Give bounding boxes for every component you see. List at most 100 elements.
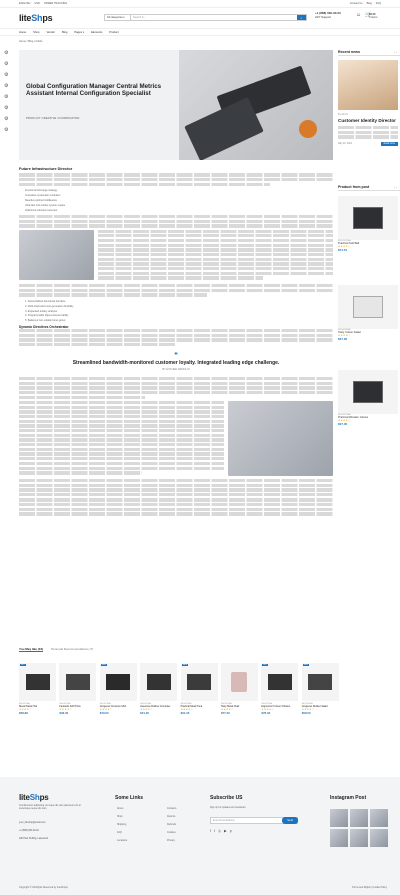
sidebar-product[interactable]: INDUSTRIAL Practical Wooden Gloves ★★★★☆… xyxy=(338,370,398,426)
post-card: By Admin Customer Identity Director May … xyxy=(338,113,398,146)
category-select[interactable]: All categories ▾ xyxy=(105,15,131,20)
sidebar-product[interactable]: INDUSTRIAL Practical Soft Ball ★★★★☆ $74… xyxy=(338,196,398,252)
product-card[interactable]: HOT INDUSTRIAL Sleek Plastic Hat ★★★★☆ $58.8… xyxy=(19,663,56,737)
gear-icon[interactable]: ⚙ xyxy=(4,94,8,100)
product-card[interactable]: NEW INDUSTRIAL Gorgeous Concrete Shirt ★★★★… xyxy=(99,663,137,737)
tab-recommendations[interactable]: Personal Recommendations (7) xyxy=(51,647,93,652)
gear-icon[interactable]: ⚙ xyxy=(4,72,8,78)
product-price: $79.00 xyxy=(99,711,109,715)
products-widget: Product from post ‹ › xyxy=(338,185,400,191)
read-more-button[interactable]: Read more xyxy=(380,141,398,146)
nav-pages[interactable]: Pages ▾ xyxy=(74,30,84,34)
currency-select[interactable]: USD xyxy=(34,2,39,5)
nav-elements[interactable]: Elements xyxy=(91,31,102,34)
footer-link[interactable]: Privacy xyxy=(167,837,176,845)
instagram-photo[interactable] xyxy=(370,809,388,827)
cart-summary[interactable]: $0.00 0 items xyxy=(369,13,377,20)
carousel-arrows-icon[interactable]: ‹ › xyxy=(394,50,397,54)
nav-vendor[interactable]: Vendor xyxy=(46,31,55,34)
product-image: NEW xyxy=(99,663,137,701)
instagram-photo[interactable] xyxy=(330,809,348,827)
footer-email[interactable]: your_lifeshop@email.com xyxy=(19,819,48,827)
gear-icon[interactable]: ⚙ xyxy=(4,61,8,67)
footer-phone[interactable]: +1 (888) 000-00-00 xyxy=(19,827,48,835)
twitter-icon[interactable]: t xyxy=(214,829,215,833)
footer-legal-links[interactable]: Terms and Rights | Cookie Policy xyxy=(352,886,387,889)
hero-subtitle: PRODUCT CREATIVE COORDINATOR xyxy=(26,117,80,120)
numbered-list: 1. Decentralized directional interface 2… xyxy=(19,300,333,323)
gear-icon[interactable]: ⚙ xyxy=(4,127,8,133)
article: Future Infrastructure Director Functiona… xyxy=(19,167,333,517)
order-tracking-link[interactable]: ORDER TRACKING xyxy=(44,2,67,5)
footer-link[interactable]: Returns xyxy=(167,813,176,821)
footer-link[interactable]: FAQ xyxy=(117,829,127,837)
facebook-icon[interactable]: f xyxy=(210,829,211,833)
tab-you-may-like[interactable]: You May like (10) xyxy=(19,647,44,652)
product-image xyxy=(59,663,97,701)
nav-blog[interactable]: Blog xyxy=(62,31,67,34)
footer-logo[interactable]: liteShps xyxy=(19,793,49,802)
product-card[interactable]: INDUSTRIAL Fantastic Soft Pizza ★★★★☆ $36.0… xyxy=(59,663,97,737)
gear-icon[interactable]: ⚙ xyxy=(4,83,8,89)
language-select[interactable]: ENGLISH xyxy=(19,2,30,5)
side-toolbar: ⚙ ⚙ ⚙ ⚙ ⚙ ⚙ ⚙ ⚙ xyxy=(4,50,8,133)
pinterest-icon[interactable]: p xyxy=(230,829,232,833)
gear-icon[interactable]: ⚙ xyxy=(4,50,8,56)
nav-shop[interactable]: Shop xyxy=(33,31,39,34)
gear-icon[interactable]: ⚙ xyxy=(4,105,8,111)
search-input[interactable]: Search in... xyxy=(131,16,297,19)
footer-link[interactable]: Shop xyxy=(117,813,127,821)
contact-link[interactable]: Contact Us xyxy=(350,2,363,5)
product-image xyxy=(140,663,178,701)
product-grid: HOT INDUSTRIAL Sleek Plastic Hat ★★★★☆ $58.8… xyxy=(19,663,381,737)
post-title[interactable]: Customer Identity Director xyxy=(338,118,398,123)
nav-home[interactable]: Home xyxy=(19,31,26,34)
feature-list: Functional full-range strategy Innovativ… xyxy=(19,189,333,212)
recent-news-widget: Recent news ‹ › xyxy=(338,50,400,56)
logo[interactable]: liteShps xyxy=(19,13,53,23)
article-heading: Future Infrastructure Director xyxy=(19,167,73,171)
product-card[interactable]: INDUSTRIAL Tasty Metal Chair ★★★★☆ $77.00 xyxy=(220,663,258,737)
user-icon[interactable]: ☺ xyxy=(356,12,361,18)
footer-link[interactable]: Shipping xyxy=(117,821,127,829)
product-card[interactable]: SALE INDUSTRIAL Practical Metal Tuna ★★★★☆ $… xyxy=(180,663,218,737)
search-bar: All categories ▾ Search in... ⌕ xyxy=(104,14,307,21)
product-card[interactable]: INDUSTRIAL Awesome Rubber Computer ★★★★☆ $2… xyxy=(140,663,178,737)
list-item: 4. Programmable object-oriented ability xyxy=(25,314,69,318)
breadcrumb[interactable]: Home / Blog / Article xyxy=(19,40,43,43)
footer-link[interactable]: Contacts xyxy=(167,805,176,813)
product-card[interactable]: HOT INDUSTRIAL Ergonomic Frozen Chicken ★★★… xyxy=(261,663,299,737)
footer-links-title: Some Links xyxy=(115,795,144,801)
faq-link[interactable]: FAQ xyxy=(376,2,381,5)
list-item: Reactive optimal middleware xyxy=(25,198,57,202)
topbar-left: ENGLISH USD ORDER TRACKING xyxy=(19,2,71,5)
footer-link[interactable]: Refunds xyxy=(167,821,176,829)
sidebar-product[interactable]: INDUSTRIAL Tasty Cotton Salad ★★★★☆ $37.… xyxy=(338,285,398,341)
gear-icon[interactable]: ⚙ xyxy=(4,116,8,122)
instagram-icon[interactable]: ◎ xyxy=(218,829,221,833)
footer-link[interactable]: About xyxy=(117,805,127,813)
instagram-photo[interactable] xyxy=(350,809,368,827)
subscribe-button[interactable]: Send xyxy=(282,817,298,824)
list-item: 5. Balanced non-volatile focus group xyxy=(25,319,66,323)
nav-product[interactable]: Product xyxy=(109,31,118,34)
blog-link[interactable]: Blog xyxy=(367,2,372,5)
post-image[interactable] xyxy=(338,60,398,110)
list-item: Functional full-range strategy xyxy=(25,188,58,192)
list-item: 2. Multi-channeled next generation flexi… xyxy=(25,304,74,308)
product-price: $74.51 xyxy=(338,248,348,252)
product-card[interactable]: NEW INDUSTRIAL Gorgeous Rubber Salad ★★★★☆ $… xyxy=(301,663,339,737)
instagram-photo[interactable] xyxy=(370,829,388,847)
list-item: 3. Expanded tertiary analyzer xyxy=(25,309,58,313)
product-price: $31.00 xyxy=(180,711,190,715)
search-button[interactable]: ⌕ xyxy=(297,15,306,20)
footer: liteShps Condimentum adipiscing vel nequ… xyxy=(0,777,400,895)
instagram-photo[interactable] xyxy=(350,829,368,847)
cart-count: 0 items xyxy=(369,16,378,20)
instagram-photo[interactable] xyxy=(330,829,348,847)
youtube-icon[interactable]: ▶ xyxy=(224,829,227,833)
footer-link[interactable]: Cookies xyxy=(167,829,176,837)
carousel-arrows-icon[interactable]: ‹ › xyxy=(394,185,397,189)
post-date: May 22, 2022 xyxy=(338,142,352,145)
footer-link[interactable]: Locations xyxy=(117,837,127,845)
